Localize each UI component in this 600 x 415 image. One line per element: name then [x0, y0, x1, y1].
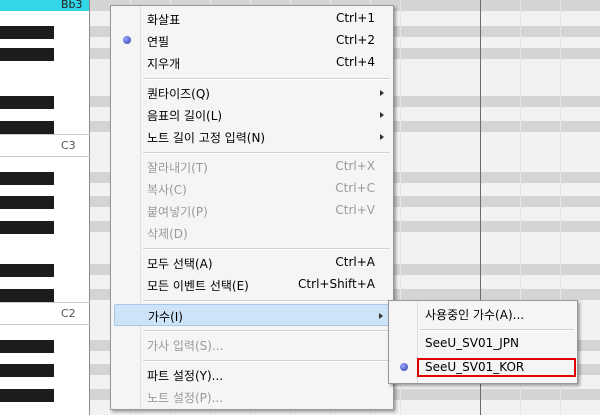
black-key[interactable] [0, 172, 54, 185]
menu-item-fixed-length-input[interactable]: 노트 길이 고정 입력(N) [114, 126, 390, 148]
menu-item-select-all[interactable]: 모두 선택(A) Ctrl+A [114, 252, 390, 274]
menu-item-label: 잘라내기(T) [147, 161, 208, 175]
menu-item-pencil-tool[interactable]: 연필 Ctrl+2 [114, 30, 390, 52]
annotation-highlight-box [417, 358, 576, 377]
menu-item-label: SeeU_SV01_JPN [425, 336, 520, 350]
black-key[interactable] [0, 364, 54, 377]
menu-item-lyrics-input[interactable]: 가사 입력(S)... [114, 334, 390, 356]
menu-separator [143, 330, 390, 332]
submenu-arrow-icon [380, 90, 384, 96]
menu-item-label: 모든 이벤트 선택(E) [147, 279, 249, 293]
piano-key-highlighted[interactable]: Bb3 [0, 0, 89, 11]
submenu-arrow-icon [380, 112, 384, 118]
menu-separator [143, 152, 390, 154]
menu-item-shortcut: Ctrl+C [335, 181, 375, 195]
black-key[interactable] [0, 264, 54, 277]
black-key[interactable] [0, 221, 54, 234]
black-key[interactable] [0, 196, 54, 209]
menu-item-note-length[interactable]: 음표의 길이(L) [114, 104, 390, 126]
menu-separator [143, 300, 390, 302]
menu-item-label: 가사 입력(S)... [147, 339, 224, 353]
menu-item-label: 지우개 [147, 57, 181, 71]
menu-item-cut[interactable]: 잘라내기(T) Ctrl+X [114, 156, 390, 178]
menu-item-delete[interactable]: 삭제(D) [114, 222, 390, 244]
menu-item-shortcut: Ctrl+4 [335, 55, 375, 69]
menu-item-label: 가수(I) [148, 310, 183, 324]
menu-separator [420, 329, 574, 331]
menu-item-label: 사용중인 가수(A)... [425, 308, 525, 322]
menu-item-paste[interactable]: 붙여넣기(P) Ctrl+V [114, 200, 390, 222]
black-key[interactable] [0, 389, 54, 402]
menu-item-note-settings[interactable]: 노트 설정(P)... [114, 386, 390, 408]
menu-item-select-all-events[interactable]: 모든 이벤트 선택(E) Ctrl+Shift+A [114, 274, 390, 296]
menu-item-shortcut: Ctrl+2 [335, 33, 375, 47]
menu-item-shortcut: Ctrl+1 [335, 11, 375, 25]
menu-item-quantize[interactable]: 퀀타이즈(Q) [114, 82, 390, 104]
menu-item-label: 복사(C) [147, 183, 187, 197]
black-key[interactable] [0, 121, 54, 134]
menu-item-label: 파트 설정(Y)... [147, 369, 224, 383]
menu-item-singer-in-use[interactable]: 사용중인 가수(A)... [392, 303, 574, 325]
radio-selected-icon [400, 363, 408, 371]
black-key[interactable] [0, 289, 54, 302]
menu-separator [143, 360, 390, 362]
menu-item-label: 모두 선택(A) [147, 257, 213, 271]
note-label-c3: C3 [61, 139, 76, 152]
menu-item-label: 연필 [147, 35, 170, 49]
menu-item-label: 노트 길이 고정 입력(N) [147, 131, 266, 145]
menu-item-shortcut: Ctrl+Shift+A [298, 277, 375, 291]
white-key-divider [0, 302, 90, 303]
context-menu: 화살표 Ctrl+1 연필 Ctrl+2 지우개 Ctrl+4 퀀타이즈(Q) … [110, 5, 394, 410]
menu-item-part-settings[interactable]: 파트 설정(Y)... [114, 364, 390, 386]
black-key[interactable] [0, 96, 54, 109]
piano-keyboard[interactable]: Bb3 C3 C2 [0, 0, 90, 415]
radio-selected-icon [123, 36, 131, 44]
menu-item-label: 퀀타이즈(Q) [147, 87, 210, 101]
black-key[interactable] [0, 26, 54, 39]
menu-separator [143, 248, 390, 250]
menu-item-shortcut: Ctrl+X [335, 159, 375, 173]
submenu-arrow-icon [380, 134, 384, 140]
menu-item-copy[interactable]: 복사(C) Ctrl+C [114, 178, 390, 200]
menu-item-shortcut: Ctrl+A [335, 255, 375, 269]
menu-item-arrow-tool[interactable]: 화살표 Ctrl+1 [114, 8, 390, 30]
menu-item-shortcut: Ctrl+V [335, 203, 375, 217]
note-label-c2: C2 [61, 307, 76, 320]
black-key[interactable] [0, 340, 54, 353]
submenu-arrow-icon [379, 313, 383, 319]
white-key-divider [0, 134, 90, 135]
menu-item-label: 노트 설정(P)... [147, 391, 224, 405]
menu-item-label: 음표의 길이(L) [147, 109, 223, 123]
menu-item-singer-jpn[interactable]: SeeU_SV01_JPN [392, 333, 574, 355]
white-key-divider [0, 156, 90, 157]
menu-item-eraser-tool[interactable]: 지우개 Ctrl+4 [114, 52, 390, 74]
menu-item-label: 화살표 [147, 13, 181, 27]
piano-key-label-bb3: Bb3 [61, 0, 83, 11]
menu-separator [143, 78, 390, 80]
white-key-divider [0, 324, 90, 325]
black-key[interactable] [0, 48, 54, 61]
menu-item-label: 붙여넣기(P) [147, 205, 208, 219]
menu-item-singer[interactable]: 가수(I) [114, 304, 390, 326]
menu-item-label: 삭제(D) [147, 227, 188, 241]
